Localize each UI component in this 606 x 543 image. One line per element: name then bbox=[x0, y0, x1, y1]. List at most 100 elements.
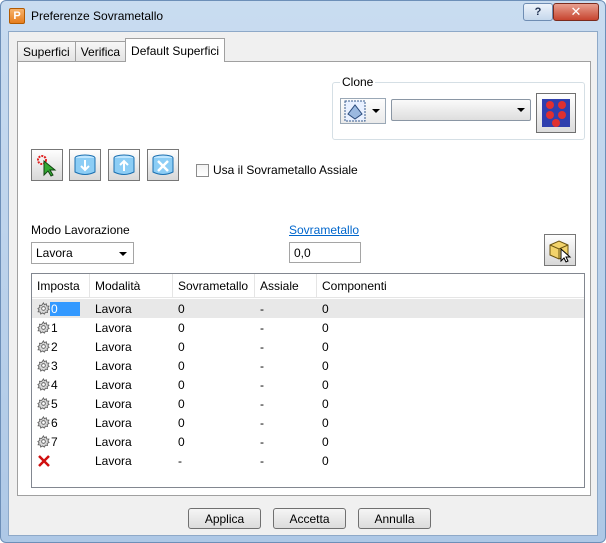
axial-cell: - bbox=[260, 396, 264, 411]
set-cell[interactable]: 1 bbox=[32, 318, 90, 337]
set-id: 3 bbox=[51, 358, 58, 373]
components-cell: 0 bbox=[322, 339, 329, 354]
clone-mode-dropdown[interactable] bbox=[340, 98, 386, 124]
allowance-cell: 0 bbox=[178, 358, 185, 373]
mode-cell: Lavora bbox=[95, 434, 132, 449]
set-cell[interactable]: 6 bbox=[32, 413, 90, 432]
table-row[interactable]: Lavora - - 0 bbox=[32, 451, 584, 470]
set-id: 5 bbox=[51, 396, 58, 411]
gear-icon bbox=[37, 302, 50, 315]
set-cell[interactable]: 4 bbox=[32, 375, 90, 394]
column-header[interactable]: Componenti bbox=[317, 274, 517, 298]
cancel-button[interactable]: Annulla bbox=[358, 508, 431, 529]
components-cell: 0 bbox=[322, 377, 329, 392]
sovrametallo-link[interactable]: Sovrametallo bbox=[289, 223, 359, 237]
move-down-button[interactable] bbox=[69, 149, 101, 181]
axial-allowance-checkbox[interactable] bbox=[196, 163, 209, 177]
set-cell[interactable]: 7 bbox=[32, 432, 90, 451]
axial-cell: - bbox=[260, 453, 264, 468]
components-cell: 0 bbox=[322, 396, 329, 411]
set-cell[interactable] bbox=[32, 451, 90, 470]
column-header[interactable]: Imposta bbox=[32, 274, 90, 298]
clone-tool-button[interactable] bbox=[536, 93, 576, 133]
table-row[interactable]: 4 Lavora 0 - 0 bbox=[32, 375, 584, 394]
table-row[interactable]: 0 Lavora 0 - 0 bbox=[32, 299, 584, 318]
allowance-cell: 0 bbox=[178, 320, 185, 335]
components-cell: 0 bbox=[322, 301, 329, 316]
components-cell: 0 bbox=[322, 358, 329, 373]
mode-cell: Lavora bbox=[95, 358, 132, 373]
table-row[interactable]: 1 Lavora 0 - 0 bbox=[32, 318, 584, 337]
axial-cell: - bbox=[260, 358, 264, 373]
gear-icon bbox=[37, 321, 50, 334]
select-surface-button[interactable] bbox=[31, 149, 63, 181]
set-cell[interactable]: 5 bbox=[32, 394, 90, 413]
gear-icon bbox=[37, 340, 50, 353]
table-row[interactable]: 3 Lavora 0 - 0 bbox=[32, 356, 584, 375]
cylinder-x-icon bbox=[152, 154, 174, 175]
app-icon: P bbox=[9, 8, 25, 24]
axial-allowance-row[interactable]: Usa il Sovrametallo Assiale bbox=[196, 163, 358, 177]
mode-select-value: Lavora bbox=[36, 246, 73, 260]
help-button[interactable]: ? bbox=[523, 3, 553, 21]
table-row[interactable]: 6 Lavora 0 - 0 bbox=[32, 413, 584, 432]
axial-cell: - bbox=[260, 377, 264, 392]
cursor-select-icon bbox=[37, 155, 57, 177]
table-row[interactable]: 2 Lavora 0 - 0 bbox=[32, 337, 584, 356]
allowance-cell: 0 bbox=[178, 301, 185, 316]
set-id: 7 bbox=[51, 434, 58, 449]
table-row[interactable]: 5 Lavora 0 - 0 bbox=[32, 394, 584, 413]
allowance-cell: 0 bbox=[178, 377, 185, 392]
tab-verifica[interactable]: Verifica bbox=[74, 41, 127, 62]
red-x-icon bbox=[37, 454, 51, 468]
move-up-button[interactable] bbox=[108, 149, 140, 181]
allowance-cell: 0 bbox=[178, 339, 185, 354]
column-header[interactable]: Assiale bbox=[255, 274, 317, 298]
gear-icon bbox=[37, 378, 50, 391]
tab-superfici[interactable]: Superfici bbox=[17, 41, 76, 62]
close-button[interactable]: ✕ bbox=[553, 3, 599, 21]
allowance-table: Imposta Modalità Sovrametallo Assiale Co… bbox=[31, 273, 585, 488]
axial-cell: - bbox=[260, 320, 264, 335]
set-id: 1 bbox=[51, 320, 58, 335]
components-cell: 0 bbox=[322, 453, 329, 468]
button-bar: Applica Accetta Annulla bbox=[9, 508, 599, 532]
apply-button[interactable]: Applica bbox=[188, 508, 261, 529]
clone-label: Clone bbox=[340, 75, 376, 89]
set-cell[interactable]: 2 bbox=[32, 337, 90, 356]
arrow-down-icon bbox=[74, 154, 96, 175]
tab-default-superfici[interactable]: Default Superfici bbox=[125, 38, 226, 62]
apply-selection-button[interactable] bbox=[544, 234, 576, 266]
axial-cell: - bbox=[260, 434, 264, 449]
delete-button[interactable] bbox=[147, 149, 179, 181]
column-header[interactable]: Sovrametallo bbox=[173, 274, 255, 298]
accept-button[interactable]: Accetta bbox=[273, 508, 346, 529]
mode-cell: Lavora bbox=[95, 453, 132, 468]
mode-label: Modo Lavorazione bbox=[31, 223, 130, 237]
mode-select[interactable]: Lavora bbox=[31, 242, 134, 264]
mode-cell: Lavora bbox=[95, 396, 132, 411]
clone-select[interactable] bbox=[391, 99, 531, 121]
mode-cell: Lavora bbox=[95, 415, 132, 430]
arrow-up-icon bbox=[113, 154, 135, 175]
dialog-window: P Preferenze Sovrametallo ? ✕ Superfici … bbox=[0, 0, 606, 543]
table-row[interactable]: 7 Lavora 0 - 0 bbox=[32, 432, 584, 451]
gear-icon bbox=[37, 359, 50, 372]
chevron-down-icon bbox=[517, 108, 525, 112]
set-id: 2 bbox=[51, 339, 58, 354]
dialog-client: Superfici Verifica Default Superfici Clo… bbox=[8, 31, 598, 536]
clone-surface-icon bbox=[344, 100, 366, 122]
set-cell[interactable]: 0 bbox=[32, 299, 90, 318]
axial-cell: - bbox=[260, 339, 264, 354]
gear-icon bbox=[37, 397, 50, 410]
set-cell[interactable]: 3 bbox=[32, 356, 90, 375]
sovrametallo-input[interactable]: 0,0 bbox=[289, 242, 361, 263]
axial-cell: - bbox=[260, 415, 264, 430]
tab-strip: Superfici Verifica Default Superfici bbox=[17, 38, 226, 62]
column-header[interactable]: Modalità bbox=[90, 274, 173, 298]
allowance-cell: 0 bbox=[178, 434, 185, 449]
allowance-cell: - bbox=[178, 453, 182, 468]
set-id: 6 bbox=[51, 415, 58, 430]
clone-pattern-icon bbox=[542, 99, 570, 127]
set-id: 0 bbox=[50, 301, 80, 316]
